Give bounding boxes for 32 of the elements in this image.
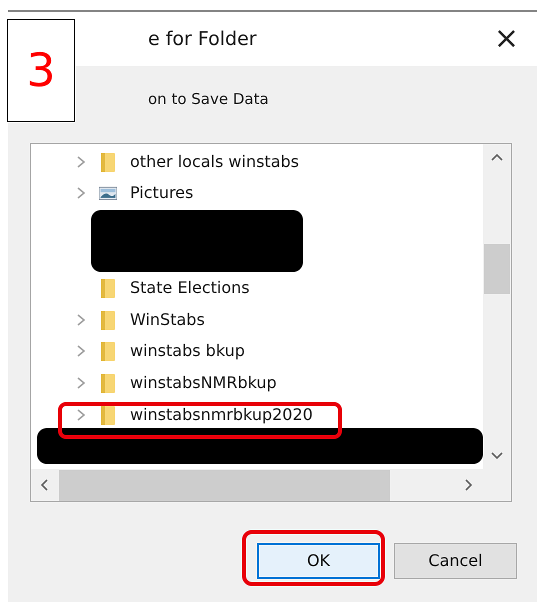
step-number-label: 3 xyxy=(7,19,75,122)
folder-icon xyxy=(99,404,117,426)
window-title: e for Folder xyxy=(148,26,258,52)
folder-icon xyxy=(99,150,117,173)
tree-item[interactable]: winstabsNMRbkup xyxy=(31,367,483,399)
folder-icon xyxy=(99,277,117,300)
tree-item[interactable]: Pictures xyxy=(31,178,483,210)
chevron-icon xyxy=(75,186,87,200)
scroll-right-icon xyxy=(463,478,475,492)
prompt-text: on to Save Data xyxy=(148,90,269,108)
tree-item[interactable]: winstabsnmrbkup2020 xyxy=(31,398,483,430)
tree-item[interactable]: winstabs bkup xyxy=(31,336,483,368)
chevron-icon xyxy=(75,154,87,169)
close-button[interactable]: × xyxy=(490,24,523,54)
chevron-icon xyxy=(75,344,87,358)
chevron-icon xyxy=(75,376,87,390)
folder-icon xyxy=(99,340,117,362)
scrollbar-thumb[interactable] xyxy=(59,470,390,500)
scroll-down-icon xyxy=(490,451,504,461)
horizontal-scrollbar[interactable] xyxy=(31,469,511,501)
tree-item[interactable]: State Elections xyxy=(31,272,483,304)
folder-icon xyxy=(99,308,117,331)
scrollbar-thumb[interactable] xyxy=(484,244,510,294)
dialog-button[interactable]: Cancel xyxy=(394,543,517,579)
chevron-icon xyxy=(75,408,87,422)
dialog-button[interactable]: OK xyxy=(257,543,380,579)
tree-item[interactable]: other locals winstabs xyxy=(31,146,483,178)
tree-item[interactable]: WinStabs xyxy=(31,304,483,336)
scroll-up-icon xyxy=(490,152,504,162)
folder-icon xyxy=(99,372,117,394)
chevron-icon xyxy=(75,312,87,327)
vertical-scrollbar[interactable] xyxy=(483,144,511,469)
